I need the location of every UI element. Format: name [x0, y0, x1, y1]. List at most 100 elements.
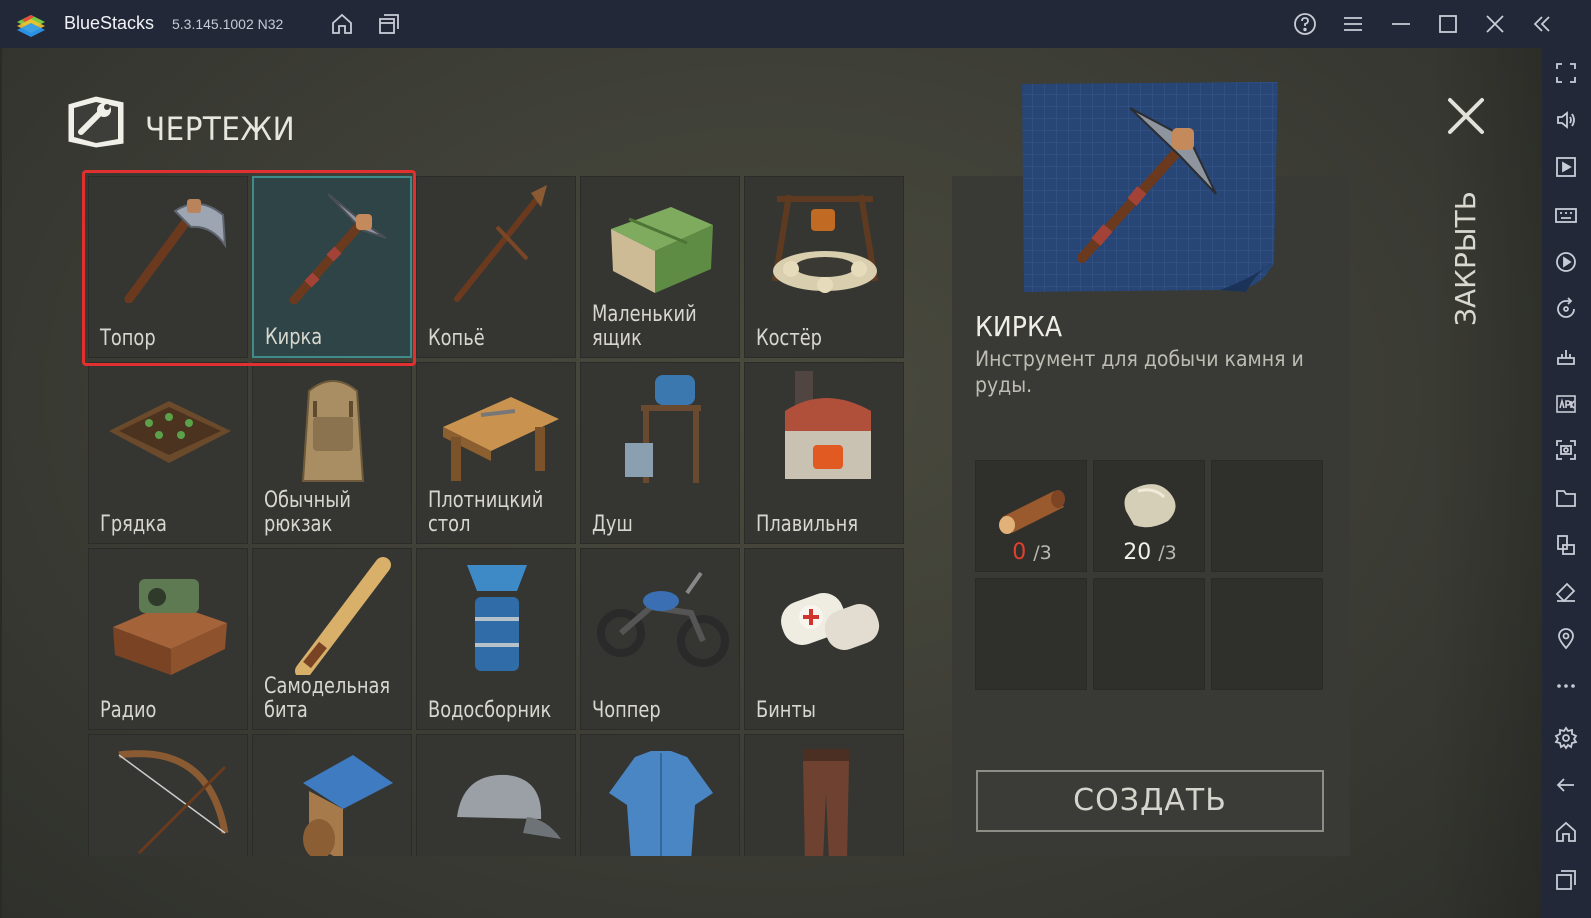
item-title: КИРКА	[975, 310, 1063, 343]
doghouse-icon	[303, 755, 393, 856]
blueprint-radio[interactable]: Радио	[88, 548, 248, 730]
minimize-icon[interactable]	[1389, 12, 1413, 36]
blueprint-doghouse[interactable]	[252, 734, 412, 856]
panel-shade	[1430, 48, 1542, 918]
blueprint-backpack[interactable]: Обычный рюкзак	[252, 362, 412, 544]
shirt-icon	[609, 751, 713, 856]
blueprint-garden-bed[interactable]: Грядка	[88, 362, 248, 544]
smelter-icon	[785, 371, 871, 479]
blueprint-chopper[interactable]: Чоппер	[580, 548, 740, 730]
close-icon[interactable]	[1483, 12, 1507, 36]
eraser-icon[interactable]	[1554, 580, 1578, 604]
blueprints-grid: Топор Кирка Копьё Маленький ящик Костёр …	[88, 176, 906, 856]
blueprint-spear[interactable]: Копьё	[416, 176, 576, 358]
blueprint-bow[interactable]	[88, 734, 248, 856]
blueprint-label: Костёр	[756, 326, 822, 351]
folder-icon[interactable]	[1554, 486, 1578, 510]
blueprint-smelter[interactable]: Плавильня	[744, 362, 904, 544]
app-title: BlueStacks	[64, 13, 155, 33]
blueprint-shower[interactable]: Душ	[580, 362, 740, 544]
cap-icon	[457, 774, 561, 839]
blueprint-label: Душ	[592, 512, 633, 537]
home-icon[interactable]	[330, 12, 354, 36]
keyboard-icon[interactable]	[1554, 203, 1578, 227]
blueprint-label: Кирка	[265, 325, 323, 350]
media-play-icon[interactable]	[1554, 155, 1578, 179]
recents-icon[interactable]	[1554, 868, 1578, 892]
water-collector-icon	[467, 565, 527, 671]
wood-log-icon	[999, 490, 1065, 534]
axe-icon	[124, 199, 227, 303]
collapse-sidebar-icon[interactable]	[1530, 12, 1554, 36]
chopper-icon	[597, 571, 729, 667]
garden-bed-icon	[109, 401, 231, 463]
blueprint-axe[interactable]: Топор	[88, 176, 248, 358]
app-version: 5.3.145.1002 N32	[172, 16, 284, 32]
menu-icon[interactable]	[1341, 12, 1365, 36]
blueprint-bandages[interactable]: Бинты	[744, 548, 904, 730]
blueprint-label: Грядка	[100, 512, 167, 537]
resource-have: 20	[1123, 540, 1152, 565]
blueprint-label: Плавильня	[756, 512, 859, 537]
small-box-icon	[611, 207, 713, 293]
game-viewport: ЧЕРТЕЖИ Топор Кирка Копьё Маленький ящик…	[0, 48, 1542, 918]
bandages-icon	[781, 593, 880, 650]
bow-icon	[118, 750, 229, 855]
radio-icon	[113, 579, 227, 675]
macro-icon[interactable]	[1554, 250, 1578, 274]
tool-sidebar	[1542, 48, 1591, 918]
blueprint-carpentry-table[interactable]: Плотницкий стол	[416, 362, 576, 544]
blueprint-shirt[interactable]	[580, 734, 740, 856]
location-icon[interactable]	[1554, 627, 1578, 651]
blueprint-water-collector[interactable]: Водосборник	[416, 548, 576, 730]
close-icon[interactable]	[1446, 96, 1486, 136]
android-home-icon[interactable]	[1554, 820, 1578, 844]
settings-icon[interactable]	[1554, 726, 1578, 750]
blueprint-campfire[interactable]: Костёр	[744, 176, 904, 358]
resource-need: /3	[1158, 542, 1177, 564]
resource-slot-empty	[1093, 578, 1205, 690]
controls-icon[interactable]	[1554, 344, 1578, 368]
pickaxe-icon	[289, 193, 387, 304]
resource-slot-wood[interactable]: 0 /3	[975, 460, 1087, 572]
item-description: Инструмент для добычи камня и руды.	[975, 347, 1304, 397]
more-icon[interactable]	[1554, 674, 1578, 698]
blueprint-label: Бинты	[756, 698, 816, 723]
bluestacks-logo-icon	[17, 15, 45, 37]
blueprint-label: Плотницкий стол	[428, 488, 544, 537]
volume-icon[interactable]	[1554, 108, 1578, 132]
blueprint-label: Обычный рюкзак	[264, 488, 351, 537]
shower-icon	[625, 375, 701, 483]
blueprint-cap[interactable]	[416, 734, 576, 856]
blueprint-pickaxe[interactable]: Кирка	[252, 176, 412, 358]
blueprints-title: ЧЕРТЕЖИ	[145, 110, 296, 148]
blueprint-pants[interactable]	[744, 734, 904, 856]
campfire-icon	[772, 194, 878, 293]
spear-icon	[454, 185, 547, 302]
resource-slot-empty	[1211, 460, 1323, 572]
pickaxe-blueprint-icon	[1022, 82, 1278, 292]
multi-instance-icon[interactable]	[377, 12, 401, 36]
resource-slot-empty	[1211, 578, 1323, 690]
resource-have: 0	[1012, 540, 1027, 565]
blueprint-homemade-bat[interactable]: Самодельная бита	[252, 548, 412, 730]
resource-slot-stone[interactable]: 20 /3	[1093, 460, 1205, 572]
blueprint-label: Самодельная бита	[264, 674, 391, 723]
maximize-icon[interactable]	[1436, 12, 1460, 36]
multi-instance-sync-icon[interactable]	[1554, 533, 1578, 557]
rotate-icon[interactable]	[1554, 297, 1578, 321]
screenshot-icon[interactable]	[1554, 438, 1578, 462]
close-label[interactable]: ЗАКРЫТЬ	[1420, 188, 1510, 328]
backpack-icon	[301, 380, 365, 482]
blueprint-label: Радио	[100, 698, 157, 723]
help-icon[interactable]	[1293, 12, 1317, 36]
stone-icon	[1124, 484, 1176, 528]
apk-icon[interactable]	[1554, 391, 1578, 415]
blueprint-label: Топор	[100, 326, 156, 351]
resource-need: /3	[1033, 542, 1052, 564]
blueprint-label: Водосборник	[428, 698, 552, 723]
create-button[interactable]: СОЗДАТЬ	[976, 770, 1324, 832]
back-icon[interactable]	[1554, 773, 1578, 797]
fullscreen-icon[interactable]	[1554, 61, 1578, 85]
blueprint-small-box[interactable]: Маленький ящик	[580, 176, 740, 358]
